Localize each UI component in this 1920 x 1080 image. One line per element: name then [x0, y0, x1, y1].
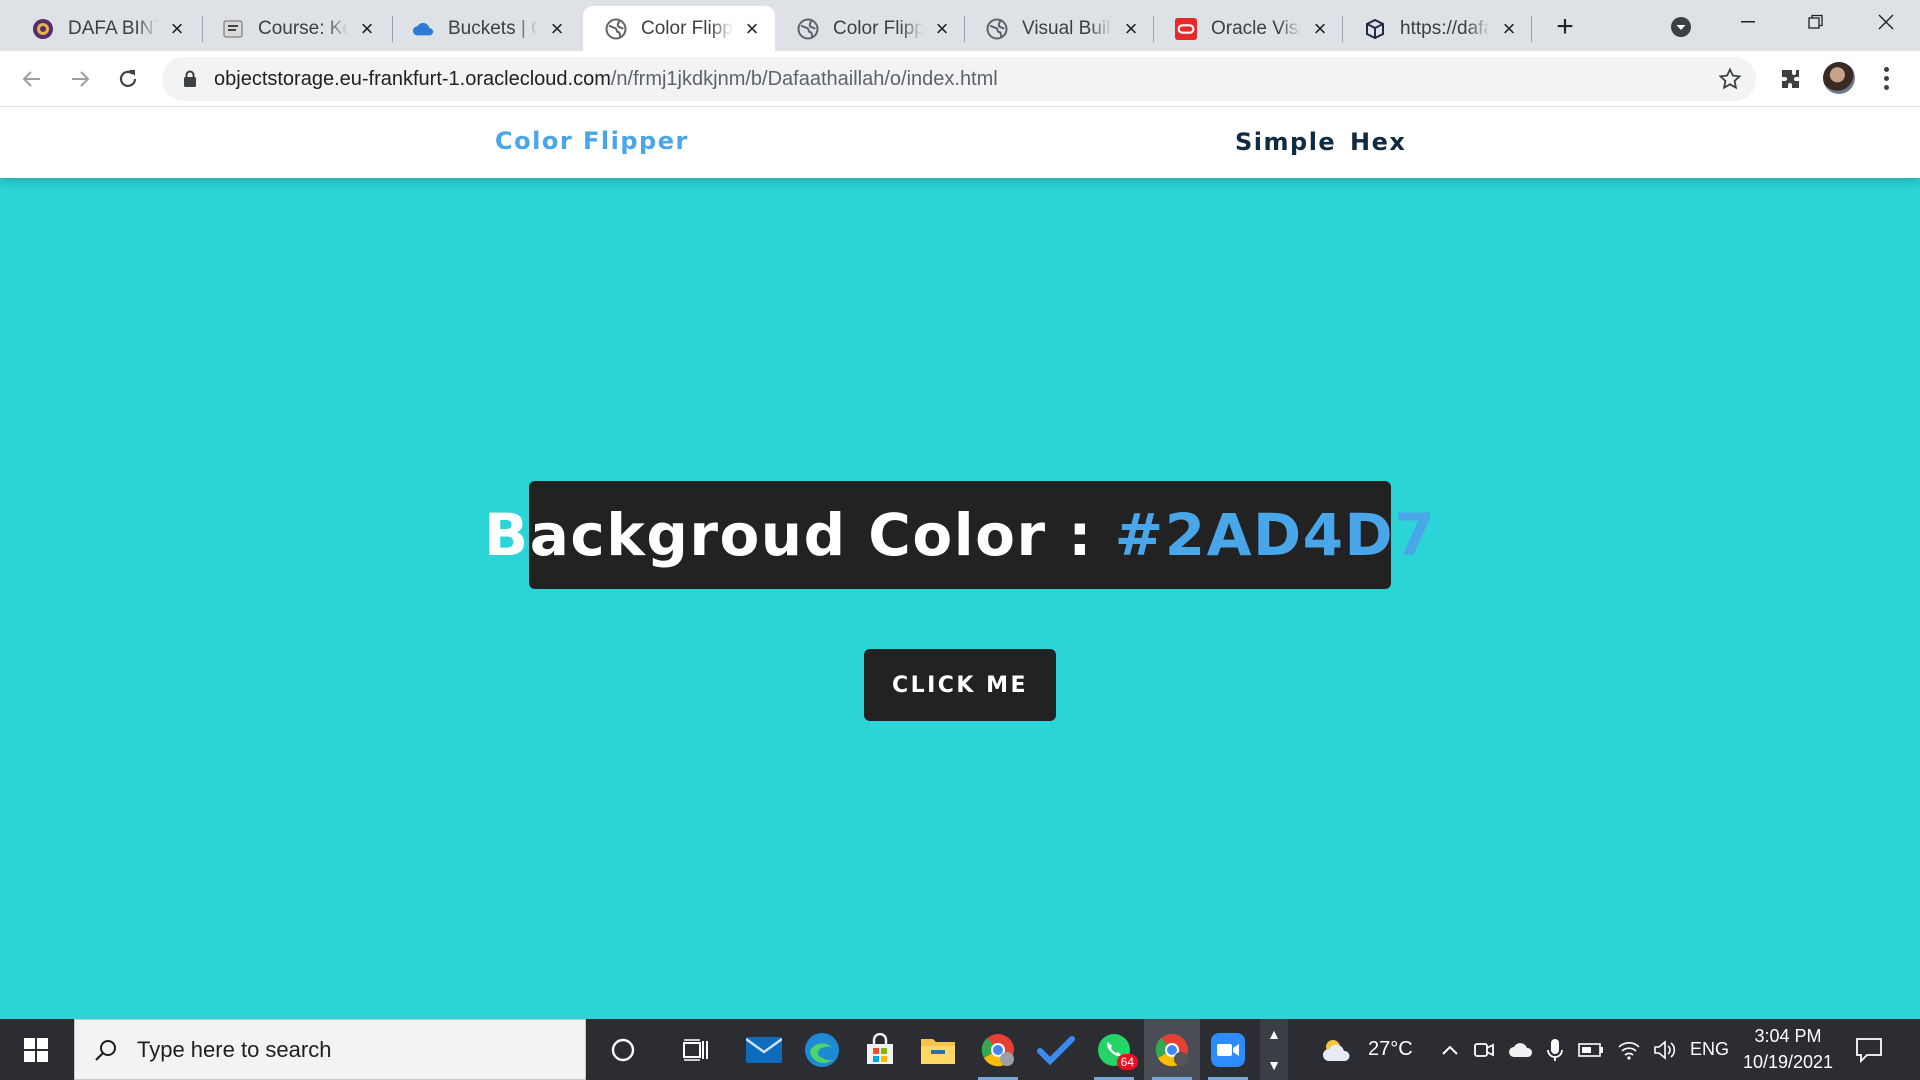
forward-arrow-icon [72, 71, 90, 87]
close-icon[interactable]: × [931, 16, 953, 41]
clock-date: 10/19/2021 [1742, 1052, 1834, 1072]
tab-search-icon[interactable] [1666, 12, 1696, 42]
back-button[interactable] [14, 61, 50, 97]
url-path: /n/frmj1jkdkjnm/b/Dafaathaillah/o/index.… [610, 67, 998, 90]
nav-link-simple[interactable]: Simple [1235, 128, 1336, 156]
edge-browser-icon[interactable] [794, 1019, 850, 1080]
tab-separator [1531, 16, 1532, 42]
nav-link-hex[interactable]: Hex [1350, 128, 1406, 156]
address-bar[interactable]: objectstorage.eu-frankfurt-1.oraclecloud… [162, 57, 1756, 101]
site-navbar: Color Flipper Simple Hex [0, 107, 1920, 178]
university-seal-icon [32, 18, 54, 40]
brand-logo-text[interactable]: Color Flipper [495, 127, 689, 155]
reload-button[interactable] [110, 61, 146, 97]
lock-icon[interactable] [180, 69, 200, 89]
close-icon[interactable]: × [166, 16, 188, 41]
tab-title: Color Flippe [833, 17, 923, 39]
system-clock[interactable]: 3:04 PM 10/19/2021 [1738, 1023, 1838, 1075]
tab-oracle-visual[interactable]: Oracle Visu × [1153, 6, 1343, 51]
color-hex-value: #2AD4D7 [1114, 501, 1436, 569]
chevron-up-icon[interactable]: ▲ [1267, 1026, 1281, 1042]
oracle-cloud-icon [412, 18, 434, 40]
tab-title: Buckets | Or [448, 17, 538, 39]
chevron-down-icon[interactable]: ▼ [1267, 1057, 1281, 1073]
notification-badge: 64 [1116, 1054, 1138, 1070]
whatsapp-icon[interactable]: 64 [1086, 1019, 1142, 1080]
mail-icon[interactable] [736, 1019, 792, 1080]
tab-dafa-url[interactable]: https://dafa × [1342, 6, 1532, 51]
taskbar-scroll-arrows[interactable]: ▲ ▼ [1260, 1019, 1288, 1080]
tab-color-flipper[interactable]: Color Flippe × [775, 6, 965, 51]
meet-now-icon[interactable] [1470, 1019, 1498, 1080]
cortana-icon[interactable] [595, 1019, 651, 1080]
close-icon[interactable]: × [356, 16, 378, 41]
extensions-puzzle-icon[interactable] [1775, 63, 1807, 95]
battery-icon[interactable] [1576, 1019, 1606, 1080]
chrome-profile-icon[interactable] [970, 1019, 1026, 1080]
close-icon[interactable]: × [741, 16, 763, 41]
microsoft-store-icon[interactable] [852, 1019, 908, 1080]
reload-icon [119, 70, 137, 87]
tab-title: DAFA BINTA [68, 17, 158, 39]
tab-title: Visual Build [1022, 17, 1112, 39]
action-center-icon[interactable] [1852, 1033, 1886, 1067]
tab-title: Color Flippe [641, 17, 733, 39]
tab-buckets[interactable]: Buckets | Or × [390, 6, 580, 51]
chevron-up-tray-icon[interactable] [1436, 1019, 1464, 1080]
globe-icon [605, 18, 627, 40]
file-explorer-icon[interactable] [910, 1019, 966, 1080]
globe-icon [986, 18, 1008, 40]
restore-button[interactable] [1786, 0, 1846, 44]
onedrive-cloud-icon[interactable] [1506, 1019, 1536, 1080]
tab-title: https://dafa [1400, 17, 1490, 39]
back-arrow-icon [22, 71, 40, 87]
cube-icon [1364, 18, 1386, 40]
minimize-button[interactable] [1718, 0, 1778, 44]
speaker-volume-icon[interactable] [1650, 1019, 1680, 1080]
clock-time: 3:04 PM [1754, 1026, 1822, 1046]
tab-color-flipper-active[interactable]: Color Flippe × [583, 6, 775, 51]
click-me-button[interactable]: CLICK ME [864, 649, 1056, 721]
weather-temperature[interactable]: 27°C [1368, 1019, 1413, 1080]
url-text[interactable]: objectstorage.eu-frankfurt-1.oraclecloud… [214, 68, 998, 91]
page-viewport: Color Flipper Simple Hex Backgroud Color… [0, 107, 1920, 1019]
tab-course[interactable]: Course: Kon × [200, 6, 390, 51]
input-language[interactable]: ENG [1690, 1019, 1729, 1080]
close-icon[interactable]: × [1498, 16, 1520, 41]
close-icon[interactable]: × [1120, 16, 1142, 41]
search-placeholder: Type here to search [137, 1036, 332, 1062]
wifi-icon[interactable] [1614, 1019, 1644, 1080]
close-icon[interactable]: × [1309, 16, 1331, 41]
tab-dafa-binta[interactable]: DAFA BINTA × [10, 6, 200, 51]
windows-logo-icon [24, 1037, 48, 1062]
todo-checkmark-icon[interactable] [1028, 1019, 1084, 1080]
start-button[interactable] [0, 1019, 72, 1080]
task-view-icon[interactable] [668, 1019, 724, 1080]
background-color-display: Backgroud Color : #2AD4D7 [484, 481, 1434, 589]
taskbar-search-box[interactable]: Type here to search [74, 1019, 586, 1080]
zoom-icon[interactable] [1200, 1019, 1256, 1080]
tab-visual-build[interactable]: Visual Build × [964, 6, 1154, 51]
tab-title: Course: Kon [258, 17, 348, 39]
close-window-button[interactable] [1856, 0, 1916, 44]
browser-toolbar: objectstorage.eu-frankfurt-1.oraclecloud… [0, 51, 1920, 107]
globe-icon [797, 18, 819, 40]
microphone-icon[interactable] [1542, 1019, 1568, 1080]
oracle-icon [1175, 17, 1197, 40]
forward-button[interactable] [62, 61, 98, 97]
weather-cloud-icon[interactable] [1318, 1019, 1358, 1080]
profile-avatar[interactable] [1823, 62, 1855, 94]
url-host: objectstorage.eu-frankfurt-1.oraclecloud… [214, 67, 611, 90]
close-icon[interactable]: × [546, 16, 568, 41]
tab-strip: DAFA BINTA × Course: Kon × Buckets | Or … [0, 0, 1920, 51]
browser-menu-icon[interactable] [1873, 62, 1899, 94]
bookmark-star-icon[interactable] [1718, 67, 1742, 91]
search-icon [91, 1035, 121, 1065]
color-label: Backgroud Color : [484, 501, 1093, 569]
tab-title: Oracle Visu [1211, 17, 1301, 39]
windows-taskbar: Type here to search 64 ▲ ▼ 27°C ENG 3:04… [0, 1019, 1920, 1080]
chrome-active-icon[interactable] [1144, 1019, 1200, 1080]
new-tab-button[interactable]: + [1548, 10, 1582, 44]
course-icon [222, 18, 244, 40]
